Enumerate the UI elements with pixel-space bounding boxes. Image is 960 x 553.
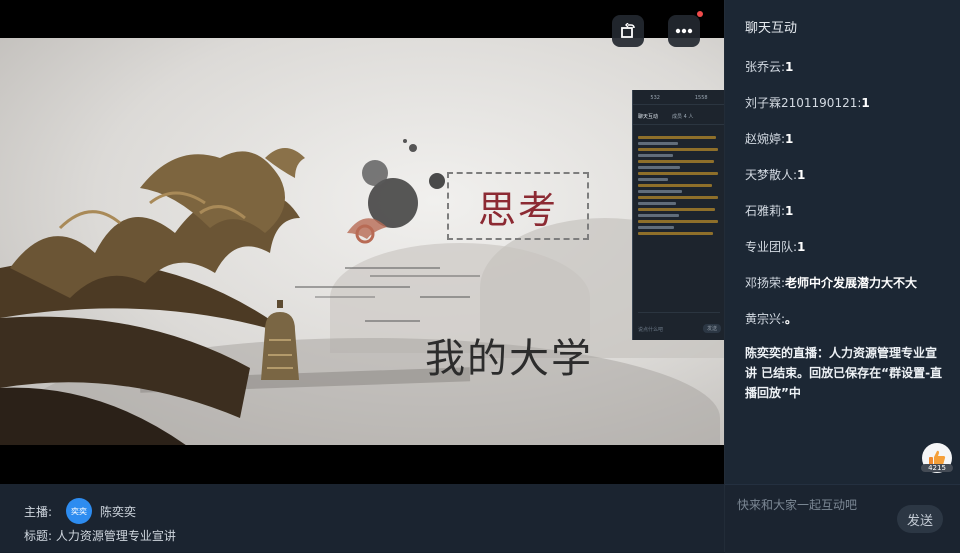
presentation-slide: 思考 我的大学 532 1558 聊天互动 成员 4 人 说点什么吧 发送: [0, 38, 724, 445]
chat-input-area: 发送: [725, 484, 960, 553]
chat-message: 邓扬荣:老师中介发展潜力大不大: [745, 268, 950, 304]
stream-ended-notice: 陈奕奕的直播：人力资源管理专业宣讲 已结束。回放已保存在“群设置-直播回放”中: [745, 346, 943, 400]
chat-header: 聊天互动: [745, 21, 798, 36]
host-avatar[interactable]: 奕奕: [66, 498, 93, 524]
chat-text: 1: [785, 132, 794, 146]
stream-info-bar: 主播: 奕奕 陈奕奕 标题: 人力资源管理专业宣讲: [0, 484, 724, 552]
stream-title-row: 标题: 人力资源管理专业宣讲: [24, 527, 176, 544]
slide-title: 我的大学: [425, 336, 593, 382]
host-name[interactable]: 陈奕奕: [100, 503, 136, 520]
chat-text: 老师中介发展潜力大不大: [785, 276, 918, 290]
chat-message: 黄宗兴:。: [745, 304, 950, 340]
title-label: 标题:: [24, 529, 53, 543]
chat-text: 1: [797, 168, 806, 182]
chat-text: 1: [785, 204, 794, 218]
chat-user: 石雅莉:: [745, 204, 786, 218]
chat-message: 石雅莉:1: [745, 196, 950, 232]
chat-message: 刘子霖2101190121:1: [745, 88, 950, 124]
inset-stat-left: 532: [650, 95, 660, 101]
inset-tab-chat: 聊天互动: [638, 114, 659, 120]
rotate-screen-icon: [621, 23, 635, 38]
dragon-roof-illustration: [0, 148, 305, 445]
chat-user: 黄宗兴:: [745, 312, 786, 326]
hanging-bell-illustration: [261, 300, 299, 380]
host-row: 主播: 奕奕 陈奕奕: [24, 498, 136, 524]
ink-splash-decoration: [347, 139, 445, 244]
inset-stats: 532 1558: [633, 90, 724, 105]
chat-user: 邓扬荣:: [745, 276, 786, 290]
more-dots-icon: [675, 28, 693, 34]
chat-message: 专业团队:1: [745, 232, 950, 268]
chat-message: 赵婉婷:1: [745, 124, 950, 160]
chat-message: 张乔云:1: [745, 52, 950, 88]
chat-text: 。: [785, 312, 798, 326]
chat-message-list[interactable]: 张乔云:1 刘子霖2101190121:1 赵婉婷:1 天梦散人:1 石雅莉:1…: [745, 52, 950, 340]
video-player[interactable]: 思考 我的大学 532 1558 聊天互动 成员 4 人 说点什么吧 发送: [0, 0, 724, 484]
chat-input[interactable]: [735, 493, 919, 517]
inset-send-button: 发送: [702, 324, 721, 333]
inset-tabs: 聊天互动 成员 4 人: [633, 105, 724, 125]
inset-message-list: [633, 125, 724, 235]
chat-message: 天梦散人:1: [745, 160, 950, 196]
chat-user: 专业团队:: [745, 240, 798, 254]
host-label: 主播:: [24, 504, 53, 519]
chat-user: 张乔云:: [745, 60, 786, 74]
chat-panel: 聊天互动 张乔云:1 刘子霖2101190121:1 赵婉婷:1 天梦散人:1 …: [724, 0, 960, 553]
think-label: 思考: [477, 187, 558, 232]
more-options-button[interactable]: [668, 11, 703, 47]
chat-user: 赵婉婷:: [745, 132, 786, 146]
chat-user: 刘子霖2101190121:: [745, 96, 862, 110]
rotate-screen-button[interactable]: [612, 15, 644, 47]
send-button[interactable]: 发送: [897, 505, 943, 533]
chat-text: 1: [861, 96, 870, 110]
think-label-box: 思考: [447, 172, 589, 240]
chat-text: 1: [785, 60, 794, 74]
inset-input: 说点什么吧: [638, 327, 664, 333]
shared-screen-inset: 532 1558 聊天互动 成员 4 人 说点什么吧 发送: [632, 90, 724, 340]
inset-stat-right: 1558: [694, 95, 708, 101]
chat-user: 天梦散人:: [745, 168, 798, 182]
stream-title: 人力资源管理专业宣讲: [55, 529, 176, 543]
notification-dot: [697, 11, 703, 17]
chat-text: 1: [797, 240, 806, 254]
like-count: 4215: [921, 464, 953, 472]
inset-tab-members: 成员 4 人: [672, 114, 694, 120]
